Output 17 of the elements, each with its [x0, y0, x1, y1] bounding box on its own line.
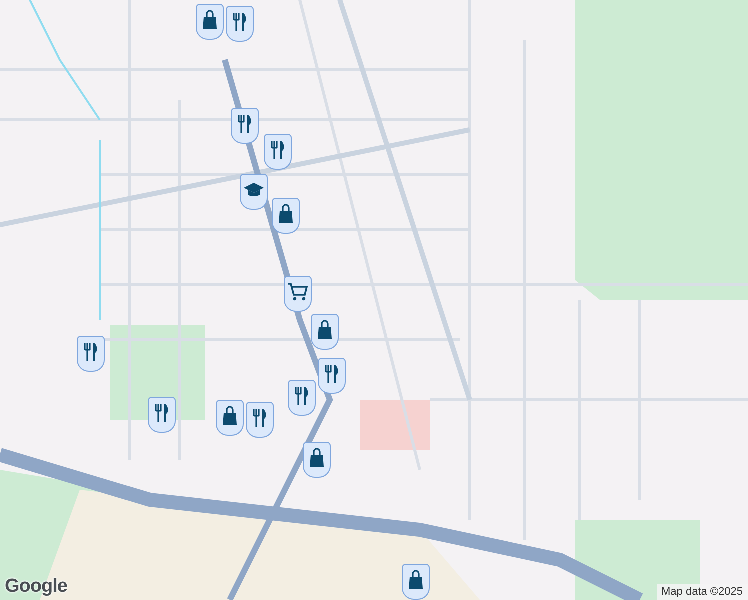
map-pin[interactable] [216, 400, 244, 436]
map-pin[interactable] [240, 174, 268, 210]
map-pin[interactable] [148, 397, 176, 433]
map-pin[interactable] [231, 108, 259, 144]
map-pin[interactable] [196, 4, 224, 40]
map-pin[interactable] [77, 336, 105, 372]
map-pin[interactable] [272, 198, 300, 234]
map-pin[interactable] [318, 358, 346, 394]
map-pin[interactable] [288, 380, 316, 416]
map-pin[interactable] [246, 402, 274, 438]
map-pin[interactable] [402, 564, 430, 600]
map-logo: Google [5, 576, 68, 598]
map-pin[interactable] [264, 134, 292, 170]
map-pin[interactable] [311, 314, 339, 350]
map-pin[interactable] [303, 442, 331, 478]
map-pin[interactable] [284, 276, 312, 312]
map-pin[interactable] [226, 6, 254, 42]
